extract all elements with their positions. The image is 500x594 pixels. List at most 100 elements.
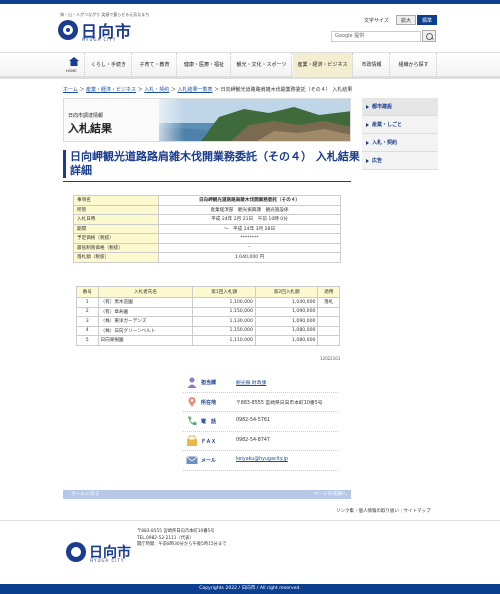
banner-subtitle: 日向市調達情報 — [68, 113, 104, 119]
round1-amount: 1,150,000 — [192, 325, 256, 336]
breadcrumb-bidding[interactable]: 入札・契約 — [144, 87, 169, 93]
font-size-label: 文字サイズ — [364, 18, 389, 24]
detail-value: 日向岬観光道路路肩雑木伐開業務委託（その４） — [158, 195, 341, 206]
bidder-number: 1 — [76, 297, 99, 308]
contact-row: メール keiyaku@hyugacity.jp — [183, 451, 338, 471]
bidder-number: 2 — [76, 306, 99, 317]
contact-row: 電 話 0982-54-5761 — [183, 412, 338, 432]
page-top-link[interactable]: ページの先頭へ — [314, 490, 347, 499]
col-note: 適用 — [317, 286, 340, 298]
page-title: 日向岬観光道路路肩雑木伐開業務委託（その４） 入札結果詳細 — [63, 150, 363, 178]
site-search-input[interactable]: Google 提供 — [331, 31, 421, 42]
nav-tourism[interactable]: 観光・文化・スポーツ — [232, 53, 292, 77]
nav-industry[interactable]: 産業・経済・ビジネス — [293, 53, 353, 77]
site-header: 海・山・人がつながり 笑顔で暮らせる元気なまち 日向市 HYUGA CITY 文… — [0, 4, 500, 52]
font-size-standard-button[interactable]: 標準 — [417, 15, 437, 25]
detail-key: 落札額（税抜） — [73, 252, 159, 263]
bidder-name: （有）章寿園 — [97, 306, 194, 317]
bidder-row: 1 （有）黒木造園 1,100,000 1,040,000 落札 — [76, 297, 340, 308]
contact-label: 所在地 — [201, 399, 217, 406]
detail-row: 最低制限価格（税抜） -- — [73, 242, 341, 253]
bidder-name: （有）黒木造園 — [97, 297, 194, 308]
breadcrumb-home[interactable]: ホーム — [63, 87, 78, 93]
sidenav-item-bidding[interactable]: 入札・契約 — [362, 134, 438, 152]
bidder-row: 5 日向果樹園 1,110,000 1,080,000 — [76, 335, 340, 346]
section-banner: 日向市調達情報 入札結果 — [63, 98, 351, 142]
sidenav-item-ads[interactable]: 広告 — [362, 152, 438, 170]
round2-amount: 1,090,000 — [254, 306, 319, 317]
bidder-row: 2 （有）章寿園 1,150,000 1,090,000 — [76, 306, 340, 317]
bid-note — [317, 335, 340, 346]
page-nav-bar: ホームに戻る ページの先頭へ — [63, 490, 351, 499]
round1-amount: 1,130,000 — [192, 316, 256, 327]
round2-amount: 1,040,000 — [254, 297, 319, 308]
bid-note — [317, 306, 340, 317]
contact-box: 担当課 観光振 財政課 所在地 〒883-8555 宮崎県日向市本町10番5号 … — [183, 373, 338, 471]
detail-key: 期間 — [73, 223, 159, 234]
record-code: 12022101 — [320, 356, 341, 361]
contact-label: ＦＡＸ — [201, 438, 217, 445]
detail-key: 所管 — [73, 204, 159, 215]
nav-organization[interactable]: 組織から探す — [391, 53, 437, 77]
round1-amount: 1,150,000 — [192, 306, 256, 317]
detail-row: 予定価格（税抜） ******** — [73, 233, 341, 244]
breadcrumb-current: 日向岬観光道路路肩雑木伐開業務委託（その４） 入札結果 — [220, 87, 353, 93]
contact-row: ＦＡＸ 0982-54-8747 — [183, 432, 338, 451]
back-to-home-link[interactable]: ホームに戻る — [71, 490, 100, 499]
detail-key: 予定価格（税抜） — [73, 233, 159, 244]
location-pin-icon — [188, 396, 196, 407]
nav-childcare[interactable]: 子育て・教育 — [133, 53, 177, 77]
phone-icon — [188, 416, 197, 426]
footer-links[interactable]: リンク集｜個人情報の取り扱い｜サイトマップ — [336, 508, 431, 514]
breadcrumb-industry[interactable]: 産業・経済・ビジネス — [86, 87, 136, 93]
contact-row: 所在地 〒883-8555 宮崎県日向市本町10番5号 — [183, 393, 338, 412]
bidder-number: 3 — [76, 316, 99, 327]
department-link[interactable]: 観光振 財政課 — [236, 379, 266, 386]
contact-label: メール — [201, 458, 217, 464]
nav-home[interactable]: HOME — [63, 53, 85, 77]
footer-logo-icon — [66, 542, 86, 562]
mail-icon — [186, 456, 198, 464]
bidder-number: 4 — [76, 325, 99, 336]
breadcrumb-results-list[interactable]: 入札結果一覧表 — [177, 87, 212, 93]
round2-amount: 1,090,000 — [254, 316, 319, 327]
city-logo-subtext: HYUGA CITY — [82, 37, 117, 42]
bid-note: 落札 — [317, 297, 340, 308]
contact-label: 電 話 — [201, 419, 217, 425]
detail-key: 入札日時 — [73, 214, 159, 225]
fax-value: 0982-54-8747 — [236, 437, 270, 443]
col-round1: 第1回入札額 — [192, 286, 256, 298]
city-logo-icon[interactable] — [58, 20, 78, 40]
person-icon — [187, 377, 197, 388]
detail-value: ******** — [158, 233, 341, 244]
bid-note — [317, 316, 340, 327]
detail-row: 事項名 日向岬観光道路路肩雑木伐開業務委託（その４） — [73, 195, 341, 206]
email-link[interactable]: keiyaku@hyugacity.jp — [236, 457, 288, 462]
font-size-large-button[interactable]: 拡大 — [396, 15, 416, 25]
nav-health[interactable]: 健康・医療・福祉 — [178, 53, 231, 77]
round1-amount: 1,110,000 — [192, 335, 256, 346]
sidenav-item-industry[interactable]: 産業・しごと — [362, 116, 438, 134]
address-value: 〒883-8555 宮崎県日向市本町10番5号 — [236, 400, 323, 406]
round2-amount: 1,080,000 — [254, 335, 319, 346]
bid-note — [317, 325, 340, 336]
col-number: 番号 — [76, 286, 99, 298]
detail-row: 所管 産業経済部 観光振興課 観光施設係 — [73, 204, 341, 215]
footer-divider — [0, 520, 500, 521]
bidder-name: 日向果樹園 — [97, 335, 194, 346]
nav-living[interactable]: くらし・手続き — [86, 53, 132, 77]
footer-hours-line: 開庁時間：午前8時30分から午後5時15分まで — [137, 542, 227, 547]
bidder-name: （株）東洋ガーデンズ — [97, 316, 194, 327]
nav-city-admin[interactable]: 市政情報 — [354, 53, 390, 77]
detail-row: 期間～ 平成 24年 3月 28日 — [73, 223, 341, 234]
search-button-icon[interactable] — [422, 30, 436, 42]
sidenav-item-urban[interactable]: 都市建設 — [362, 98, 438, 116]
breadcrumb: ホーム ＞ 産業・経済・ビジネス ＞ 入札・契約 ＞ 入札結果一覧表 ＞ 日向岬… — [63, 87, 353, 93]
side-nav: 都市建設 産業・しごと 入札・契約 広告 — [362, 98, 438, 170]
bidder-number: 5 — [76, 335, 99, 346]
bidders-table: 番号 入札者氏名 第1回入札額 第2回入札額 適用 1 （有）黒木造園 1,100,… — [76, 286, 340, 346]
round1-amount: 1,100,000 — [192, 297, 256, 308]
footer-address-line: 〒883-8555 宮崎県日向市本町10番5号 — [137, 529, 215, 534]
banner-title: 入札結果 — [68, 122, 112, 135]
nav-home-label: HOME — [66, 69, 77, 73]
